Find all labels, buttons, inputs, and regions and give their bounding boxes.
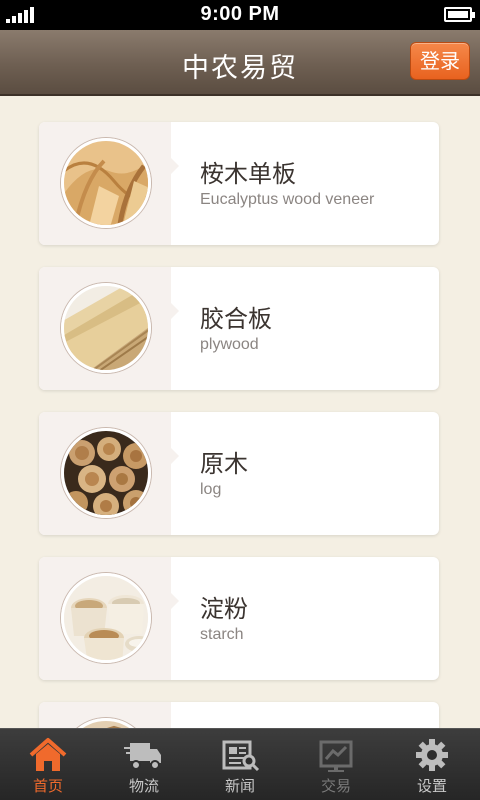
category-name: 桉木单板	[200, 160, 296, 188]
tab-news[interactable]: 新闻	[192, 729, 288, 800]
category-name: 淀粉	[200, 595, 248, 623]
home-icon	[29, 738, 67, 771]
category-subtitle: plywood	[200, 336, 259, 353]
tab-bar: 首页 物流 新闻 交易 设置	[0, 728, 480, 800]
gear-icon	[416, 739, 448, 771]
login-button[interactable]: 登录	[410, 42, 470, 80]
category-subtitle: Eucalyptus wood veneer	[200, 191, 375, 208]
tab-logistics[interactable]: 物流	[96, 729, 192, 800]
category-card-starch[interactable]: 淀粉 starch	[39, 557, 439, 680]
status-time: 9:00 PM	[200, 3, 280, 25]
category-name: 胶合板	[200, 305, 272, 333]
tab-trade[interactable]: 交易	[288, 729, 384, 800]
tab-label: 设置	[416, 777, 447, 795]
trade-icon	[319, 740, 353, 772]
veneer-image	[61, 138, 151, 228]
status-bar: 9:00 PM	[0, 0, 480, 30]
starch-image	[61, 573, 151, 663]
tab-label: 首页	[32, 777, 63, 795]
tab-label: 交易	[320, 777, 351, 795]
battery-icon	[444, 7, 475, 22]
category-card-veneer[interactable]: 桉木单板 Eucalyptus wood veneer	[39, 122, 439, 245]
plywood-image	[61, 283, 151, 373]
category-card-log[interactable]: 原木 log	[39, 412, 439, 535]
nav-bar: 中农易贸 登录	[0, 30, 480, 96]
tab-label: 物流	[128, 777, 159, 795]
truck-icon	[124, 743, 161, 770]
tab-home[interactable]: 首页	[0, 729, 96, 800]
tab-label: 新闻	[224, 777, 255, 795]
category-card-plywood[interactable]: 胶合板 plywood	[39, 267, 439, 390]
category-subtitle: starch	[200, 626, 244, 643]
category-subtitle: log	[200, 481, 222, 498]
news-icon	[222, 740, 260, 772]
tab-settings[interactable]: 设置	[384, 729, 480, 800]
page-title: 中农易贸	[182, 53, 298, 84]
category-name: 原木	[200, 450, 248, 478]
log-image	[61, 428, 151, 518]
